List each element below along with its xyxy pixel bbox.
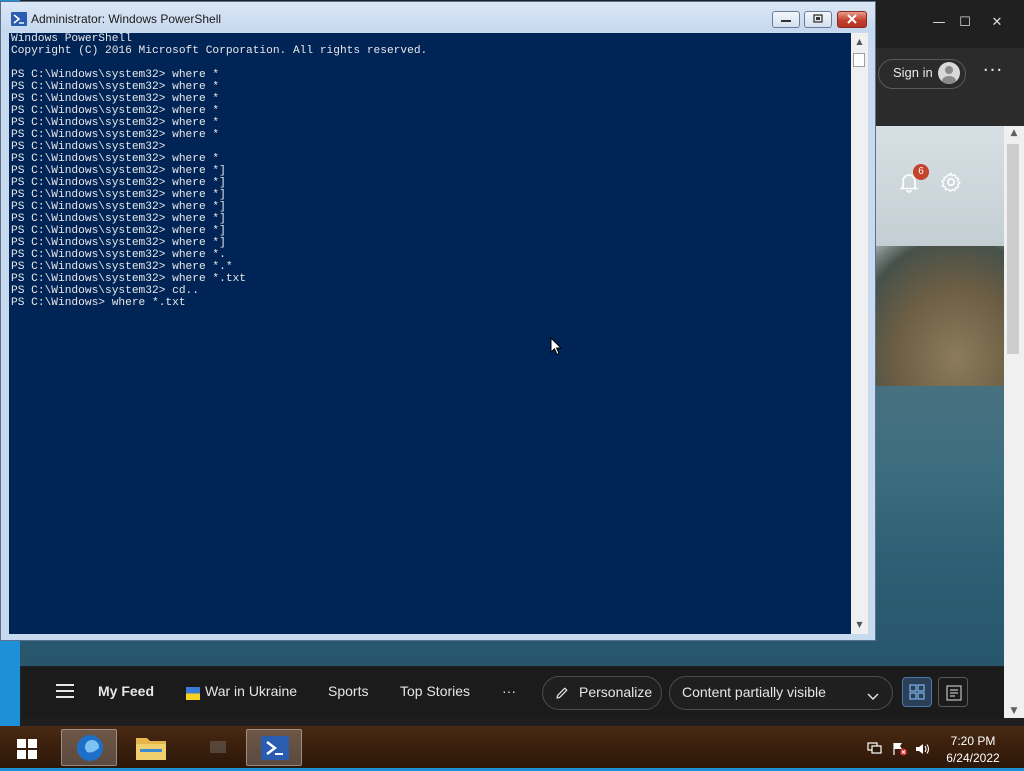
console-line: PS C:\Windows> where *.txt [11,297,186,309]
sign-in-button[interactable]: Sign in [878,59,966,89]
nav-top-stories[interactable]: Top Stories [400,683,470,699]
console-line: PS C:\Windows\system32> where *.txt [11,273,246,285]
folder-icon [136,738,166,760]
console-line: PS C:\Windows\system32> [11,141,166,153]
pencil-icon [555,685,569,704]
powershell-window: Administrator: Windows PowerShell Window… [0,1,876,641]
console-line: PS C:\Windows\system32> where *] [11,189,226,201]
scroll-up-arrow[interactable]: ▲ [1004,126,1024,140]
powershell-icon [261,736,289,760]
content-visibility-label: Content partially visible [682,684,826,700]
avatar-icon [938,62,960,84]
grid-view-icon [909,684,925,704]
restore-icon [813,14,823,23]
taskbar-clock-time[interactable]: 7:20 PM [940,734,1006,748]
powershell-close-button[interactable] [837,11,867,28]
console-line: PS C:\Windows\system32> where *] [11,225,226,237]
security-alert-icon[interactable] [892,741,908,756]
console-line: PS C:\Windows\system32> where * [11,81,220,93]
edge-close-button[interactable]: ✕ [980,12,1014,34]
landscape-hill [860,246,1004,386]
app-icon [210,741,226,753]
notification-badge: 6 [913,164,929,180]
windows-logo-icon [17,739,37,759]
console-line: PS C:\Windows\system32> where * [11,153,220,165]
ukraine-flag-icon [186,685,200,700]
content-visibility-dropdown[interactable]: Content partially visible [669,676,893,710]
console-line: PS C:\Windows\system32> where *.* [11,261,233,273]
powershell-titlebar[interactable]: Administrator: Windows PowerShell [1,2,875,32]
edge-maximize-button[interactable]: ☐ [948,12,982,34]
chevron-down-icon [866,687,880,706]
powershell-app-icon[interactable] [11,11,27,26]
scroll-down-arrow[interactable]: ▼ [1004,704,1024,718]
console-line: PS C:\Windows\system32> where * [11,117,220,129]
nav-more[interactable]: ··· [502,683,516,699]
console-line: Copyright (C) 2016 Microsoft Corporation… [11,45,428,57]
gear-icon[interactable] [939,170,963,194]
console-line: PS C:\Windows\system32> where *] [11,237,226,249]
edge-icon [77,735,104,761]
powershell-taskbar-button[interactable] [246,729,302,766]
scroll-down-arrow[interactable]: ▼ [851,618,868,632]
console-line: PS C:\Windows\system32> where * [11,69,220,81]
list-view-icon [946,685,962,705]
powershell-title: Administrator: Windows PowerShell [31,12,222,26]
edge-vertical-scrollbar[interactable]: ▲ ▼ [1004,126,1024,718]
scroll-up-arrow[interactable]: ▲ [851,35,868,49]
edge-taskbar-button[interactable] [61,729,117,766]
nav-my-feed[interactable]: My Feed [98,683,154,699]
close-icon: ✕ [991,15,1003,30]
console-line: PS C:\Windows\system32> where *] [11,201,226,213]
scroll-thumb[interactable] [1007,144,1019,354]
mouse-pointer-icon [550,336,564,357]
network-icon[interactable] [867,741,883,755]
start-button[interactable] [16,738,38,760]
powershell-minimize-button[interactable] [772,11,800,28]
feed-navigation-bar: My Feed War in Ukraine Sports Top Storie… [22,667,1004,719]
more-icon[interactable]: ··· [978,60,1008,86]
taskbar-clock-date[interactable]: 6/24/2022 [940,751,1006,765]
console-vertical-scrollbar[interactable]: ▲ ▼ [851,33,868,634]
console-line: Windows PowerShell [11,33,132,45]
hamburger-icon[interactable] [56,684,74,698]
nav-war-in-ukraine[interactable]: War in Ukraine [205,683,297,699]
volume-icon[interactable] [915,741,931,755]
console-line: PS C:\Windows\system32> where *. [11,249,226,261]
console-line: PS C:\Windows\system32> where *] [11,213,226,225]
console-output-area[interactable]: Windows PowerShell Copyright (C) 2016 Mi… [9,33,851,634]
list-view-button[interactable] [938,677,968,707]
console-line: PS C:\Windows\system32> where * [11,105,220,117]
hidden-taskbar-button[interactable] [190,729,246,766]
personalize-label: Personalize [579,684,653,700]
console-text: Windows PowerShell Copyright (C) 2016 Mi… [11,33,427,309]
scroll-thumb[interactable] [853,53,865,67]
maximize-icon: ☐ [959,15,971,30]
file-explorer-taskbar-button[interactable] [123,729,179,766]
grid-view-button[interactable] [902,677,932,707]
nav-sports[interactable]: Sports [328,683,368,699]
personalize-button[interactable]: Personalize [542,676,662,710]
minimize-icon [781,20,791,22]
minimize-icon: — [932,15,946,30]
powershell-restore-button[interactable] [804,11,832,28]
sign-in-label: Sign in [893,65,933,80]
console-line: PS C:\Windows\system32> where * [11,93,220,105]
console-line: PS C:\Windows\system32> cd.. [11,285,199,297]
console-line: PS C:\Windows\system32> where *] [11,165,226,177]
close-icon [847,14,857,24]
console-line: PS C:\Windows\system32> where * [11,129,220,141]
console-line: PS C:\Windows\system32> where *] [11,177,226,189]
